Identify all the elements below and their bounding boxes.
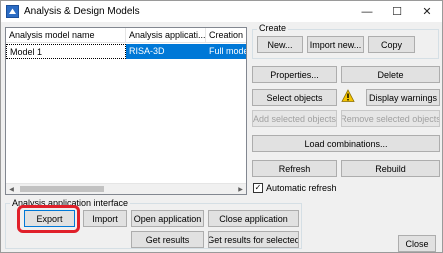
column-header-name[interactable]: Analysis model name bbox=[6, 28, 126, 43]
automatic-refresh-checkbox[interactable]: ✓ bbox=[253, 183, 263, 193]
cell-application[interactable]: RISA-3D bbox=[126, 44, 206, 59]
models-grid[interactable]: Analysis model name Analysis applicati..… bbox=[5, 27, 247, 195]
close-button[interactable]: Close bbox=[398, 235, 436, 252]
display-warnings-button[interactable]: Display warnings bbox=[366, 89, 440, 106]
load-combinations-button[interactable]: Load combinations... bbox=[252, 135, 440, 152]
create-group-title: Create bbox=[257, 23, 289, 33]
grid-header: Analysis model name Analysis applicati..… bbox=[6, 28, 246, 43]
app-icon bbox=[6, 5, 19, 18]
remove-selected-objects-button[interactable]: Remove selected objects bbox=[341, 110, 440, 127]
close-application-button[interactable]: Close application bbox=[208, 210, 299, 227]
table-row[interactable]: Model 1 RISA-3D Full mode bbox=[6, 44, 246, 59]
scroll-left-icon[interactable]: ◀ bbox=[6, 184, 17, 194]
dialog-window: Analysis & Design Models — ☐ ✕ Analysis … bbox=[0, 0, 443, 253]
cell-creation[interactable]: Full mode bbox=[206, 44, 246, 59]
horizontal-scrollbar[interactable]: ◀ ▶ bbox=[6, 183, 246, 194]
import-button[interactable]: Import bbox=[83, 210, 127, 227]
window-title: Analysis & Design Models bbox=[24, 6, 140, 17]
copy-button[interactable]: Copy bbox=[368, 36, 415, 53]
open-application-button[interactable]: Open application bbox=[131, 210, 204, 227]
close-window-button[interactable]: ✕ bbox=[412, 1, 442, 22]
title-bar[interactable]: Analysis & Design Models — ☐ ✕ bbox=[1, 1, 442, 22]
get-results-selected-button[interactable]: Get results for selected bbox=[208, 231, 299, 248]
properties-button[interactable]: Properties... bbox=[252, 66, 337, 83]
get-results-button[interactable]: Get results bbox=[131, 231, 204, 248]
maximize-button[interactable]: ☐ bbox=[382, 1, 412, 22]
warning-icon bbox=[341, 89, 355, 103]
scroll-thumb[interactable] bbox=[20, 186, 104, 192]
add-selected-objects-button[interactable]: Add selected objects bbox=[252, 110, 337, 127]
scroll-right-icon[interactable]: ▶ bbox=[235, 184, 246, 194]
automatic-refresh-label[interactable]: Automatic refresh bbox=[266, 183, 337, 193]
cell-model-name[interactable]: Model 1 bbox=[6, 44, 126, 59]
minimize-button[interactable]: — bbox=[352, 1, 382, 22]
new-button[interactable]: New... bbox=[257, 36, 303, 53]
import-new-button[interactable]: Import new... bbox=[307, 36, 364, 53]
rebuild-button[interactable]: Rebuild bbox=[341, 160, 440, 177]
column-header-creation[interactable]: Creation m bbox=[206, 28, 246, 43]
highlight-annotation bbox=[17, 205, 80, 233]
column-header-application[interactable]: Analysis applicati... bbox=[126, 28, 206, 43]
delete-button[interactable]: Delete bbox=[341, 66, 440, 83]
select-objects-button[interactable]: Select objects bbox=[252, 89, 337, 106]
refresh-button[interactable]: Refresh bbox=[252, 160, 337, 177]
